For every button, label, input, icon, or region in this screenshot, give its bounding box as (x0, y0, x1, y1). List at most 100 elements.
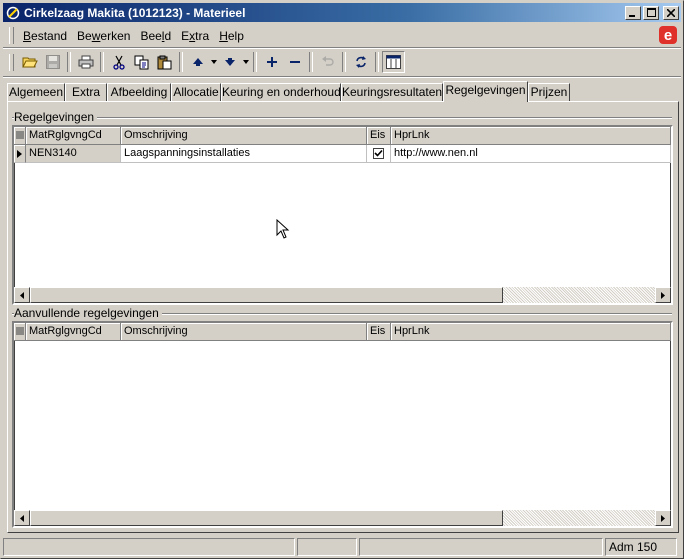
open-folder-icon (21, 57, 38, 68)
toolbar-grip[interactable] (9, 53, 14, 71)
regelgevingen-grid[interactable]: MatRglgvngCd Omschrijving Eis HprLnk NEN… (12, 125, 673, 305)
title-bar[interactable]: Cirkelzaag Makita (1012123) - Materieel (3, 3, 681, 22)
remove-record-button[interactable] (283, 51, 306, 73)
tab-extra[interactable]: Extra (65, 83, 107, 101)
tab-regelgevingen[interactable]: Regelgevingen (443, 81, 528, 102)
scroll-thumb[interactable] (30, 287, 503, 303)
column-header-eis[interactable]: Eis (367, 323, 391, 341)
scroll-right-button[interactable] (655, 287, 671, 303)
scroll-track[interactable] (503, 287, 655, 303)
horizontal-scrollbar[interactable] (14, 510, 671, 526)
toolbar-separator (375, 52, 379, 72)
open-button[interactable] (18, 51, 41, 73)
toolbar-separator (179, 52, 183, 72)
status-panel-2 (297, 538, 357, 556)
tab-keuringsresultaten[interactable]: Keuringsresultaten (341, 83, 443, 101)
scroll-left-button[interactable] (14, 287, 30, 303)
arrow-left-icon (20, 291, 24, 299)
scroll-thumb[interactable] (30, 510, 503, 526)
menu-bar: Bestand Bewerken Beeld Extra Help e (3, 25, 681, 46)
paste-button[interactable] (153, 51, 176, 73)
cut-button[interactable] (107, 51, 130, 73)
tab-afbeelding[interactable]: Afbeelding (107, 83, 171, 101)
remove-icon (289, 61, 300, 63)
toolbar-separator (100, 52, 104, 72)
toolbar-separator-line (3, 76, 681, 78)
save-button[interactable] (41, 51, 64, 73)
toolbar-separator (309, 52, 313, 72)
print-icon (78, 55, 93, 69)
scroll-right-button[interactable] (655, 510, 671, 526)
column-chooser-button[interactable] (14, 323, 26, 341)
cell-matrglgvngcd[interactable]: NEN3140 (26, 145, 121, 163)
group-frame-regelgevingen (12, 117, 672, 119)
column-header-eis[interactable]: Eis (367, 127, 391, 145)
column-header-omschrijving[interactable]: Omschrijving (121, 323, 367, 341)
group-title-regelgevingen: Regelgevingen (14, 110, 98, 124)
toolbar-separator (253, 52, 257, 72)
minimize-button[interactable] (625, 5, 641, 20)
column-header-hprlnk[interactable]: HprLnk (391, 127, 671, 145)
aanvullende-grid[interactable]: MatRglgvngCd Omschrijving Eis HprLnk (12, 321, 673, 528)
status-bar: Adm 150 (3, 538, 681, 557)
column-header-matrglgvngcd[interactable]: MatRglgvngCd (26, 127, 121, 145)
layout-button[interactable] (382, 51, 405, 73)
maximize-button[interactable] (643, 5, 659, 20)
cut-icon (112, 55, 125, 70)
arrow-right-icon (661, 291, 665, 299)
column-header-omschrijving[interactable]: Omschrijving (121, 127, 367, 145)
menu-extra[interactable]: Extra (176, 27, 214, 45)
close-icon (667, 8, 675, 17)
navigate-up-dropdown[interactable] (209, 51, 218, 73)
table-row[interactable]: NEN3140 Laagspanningsinstallaties http:/… (14, 145, 671, 163)
menu-beeld[interactable]: Beeld (135, 27, 176, 45)
column-header-matrglgvngcd[interactable]: MatRglgvngCd (26, 323, 121, 341)
cell-hprlnk[interactable]: http://www.nen.nl (391, 145, 671, 163)
column-chooser-button[interactable] (14, 127, 26, 145)
tab-prijzen[interactable]: Prijzen (528, 83, 570, 101)
cell-eis[interactable] (367, 145, 391, 163)
copy-button[interactable] (130, 51, 153, 73)
menu-extra-label: Extra (181, 28, 210, 43)
refresh-icon (355, 56, 366, 68)
paste-icon (157, 55, 172, 69)
scroll-track[interactable] (503, 510, 655, 526)
layout-icon (386, 55, 401, 69)
navigate-up-icon (192, 58, 203, 66)
scroll-left-button[interactable] (14, 510, 30, 526)
horizontal-scrollbar[interactable] (14, 287, 671, 303)
tab-keuring-en-onderhoud[interactable]: Keuring en onderhoud (221, 83, 341, 101)
eis-checkbox[interactable] (373, 148, 384, 159)
navigate-down-dropdown[interactable] (241, 51, 250, 73)
navigate-down-button[interactable] (218, 51, 241, 73)
menu-bewerken-label: Bewerken (77, 28, 131, 43)
menu-grip[interactable] (9, 27, 14, 44)
checkmark-icon (374, 149, 383, 157)
menu-help[interactable]: Help (214, 27, 249, 45)
tab-panel: Regelgevingen MatRglgvngCd Omschrijving … (7, 101, 679, 533)
undo-button[interactable] (316, 51, 339, 73)
undo-icon (321, 56, 334, 66)
chevron-down-icon (242, 60, 249, 64)
menu-bewerken[interactable]: Bewerken (72, 27, 135, 45)
column-header-hprlnk[interactable]: HprLnk (391, 323, 671, 341)
menu-bestand[interactable]: Bestand (18, 27, 72, 45)
refresh-button[interactable] (349, 51, 372, 73)
add-icon (266, 57, 277, 67)
tab-allocatie[interactable]: Allocatie (171, 83, 221, 101)
cell-omschrijving[interactable]: Laagspanningsinstallaties (121, 145, 367, 163)
chevron-down-icon (210, 60, 217, 64)
print-button[interactable] (74, 51, 97, 73)
column-list-icon (15, 131, 24, 139)
add-record-button[interactable] (260, 51, 283, 73)
row-indicator[interactable] (14, 145, 26, 163)
maximize-icon (646, 8, 656, 17)
close-window-button[interactable] (663, 5, 679, 20)
navigate-up-button[interactable] (186, 51, 209, 73)
menu-beeld-label: Beeld (140, 28, 172, 43)
tab-algemeen[interactable]: Algemeen (7, 83, 65, 101)
minimize-icon (629, 14, 635, 17)
arrow-left-icon (20, 514, 24, 522)
current-row-icon (17, 149, 22, 158)
app-icon (5, 5, 21, 21)
